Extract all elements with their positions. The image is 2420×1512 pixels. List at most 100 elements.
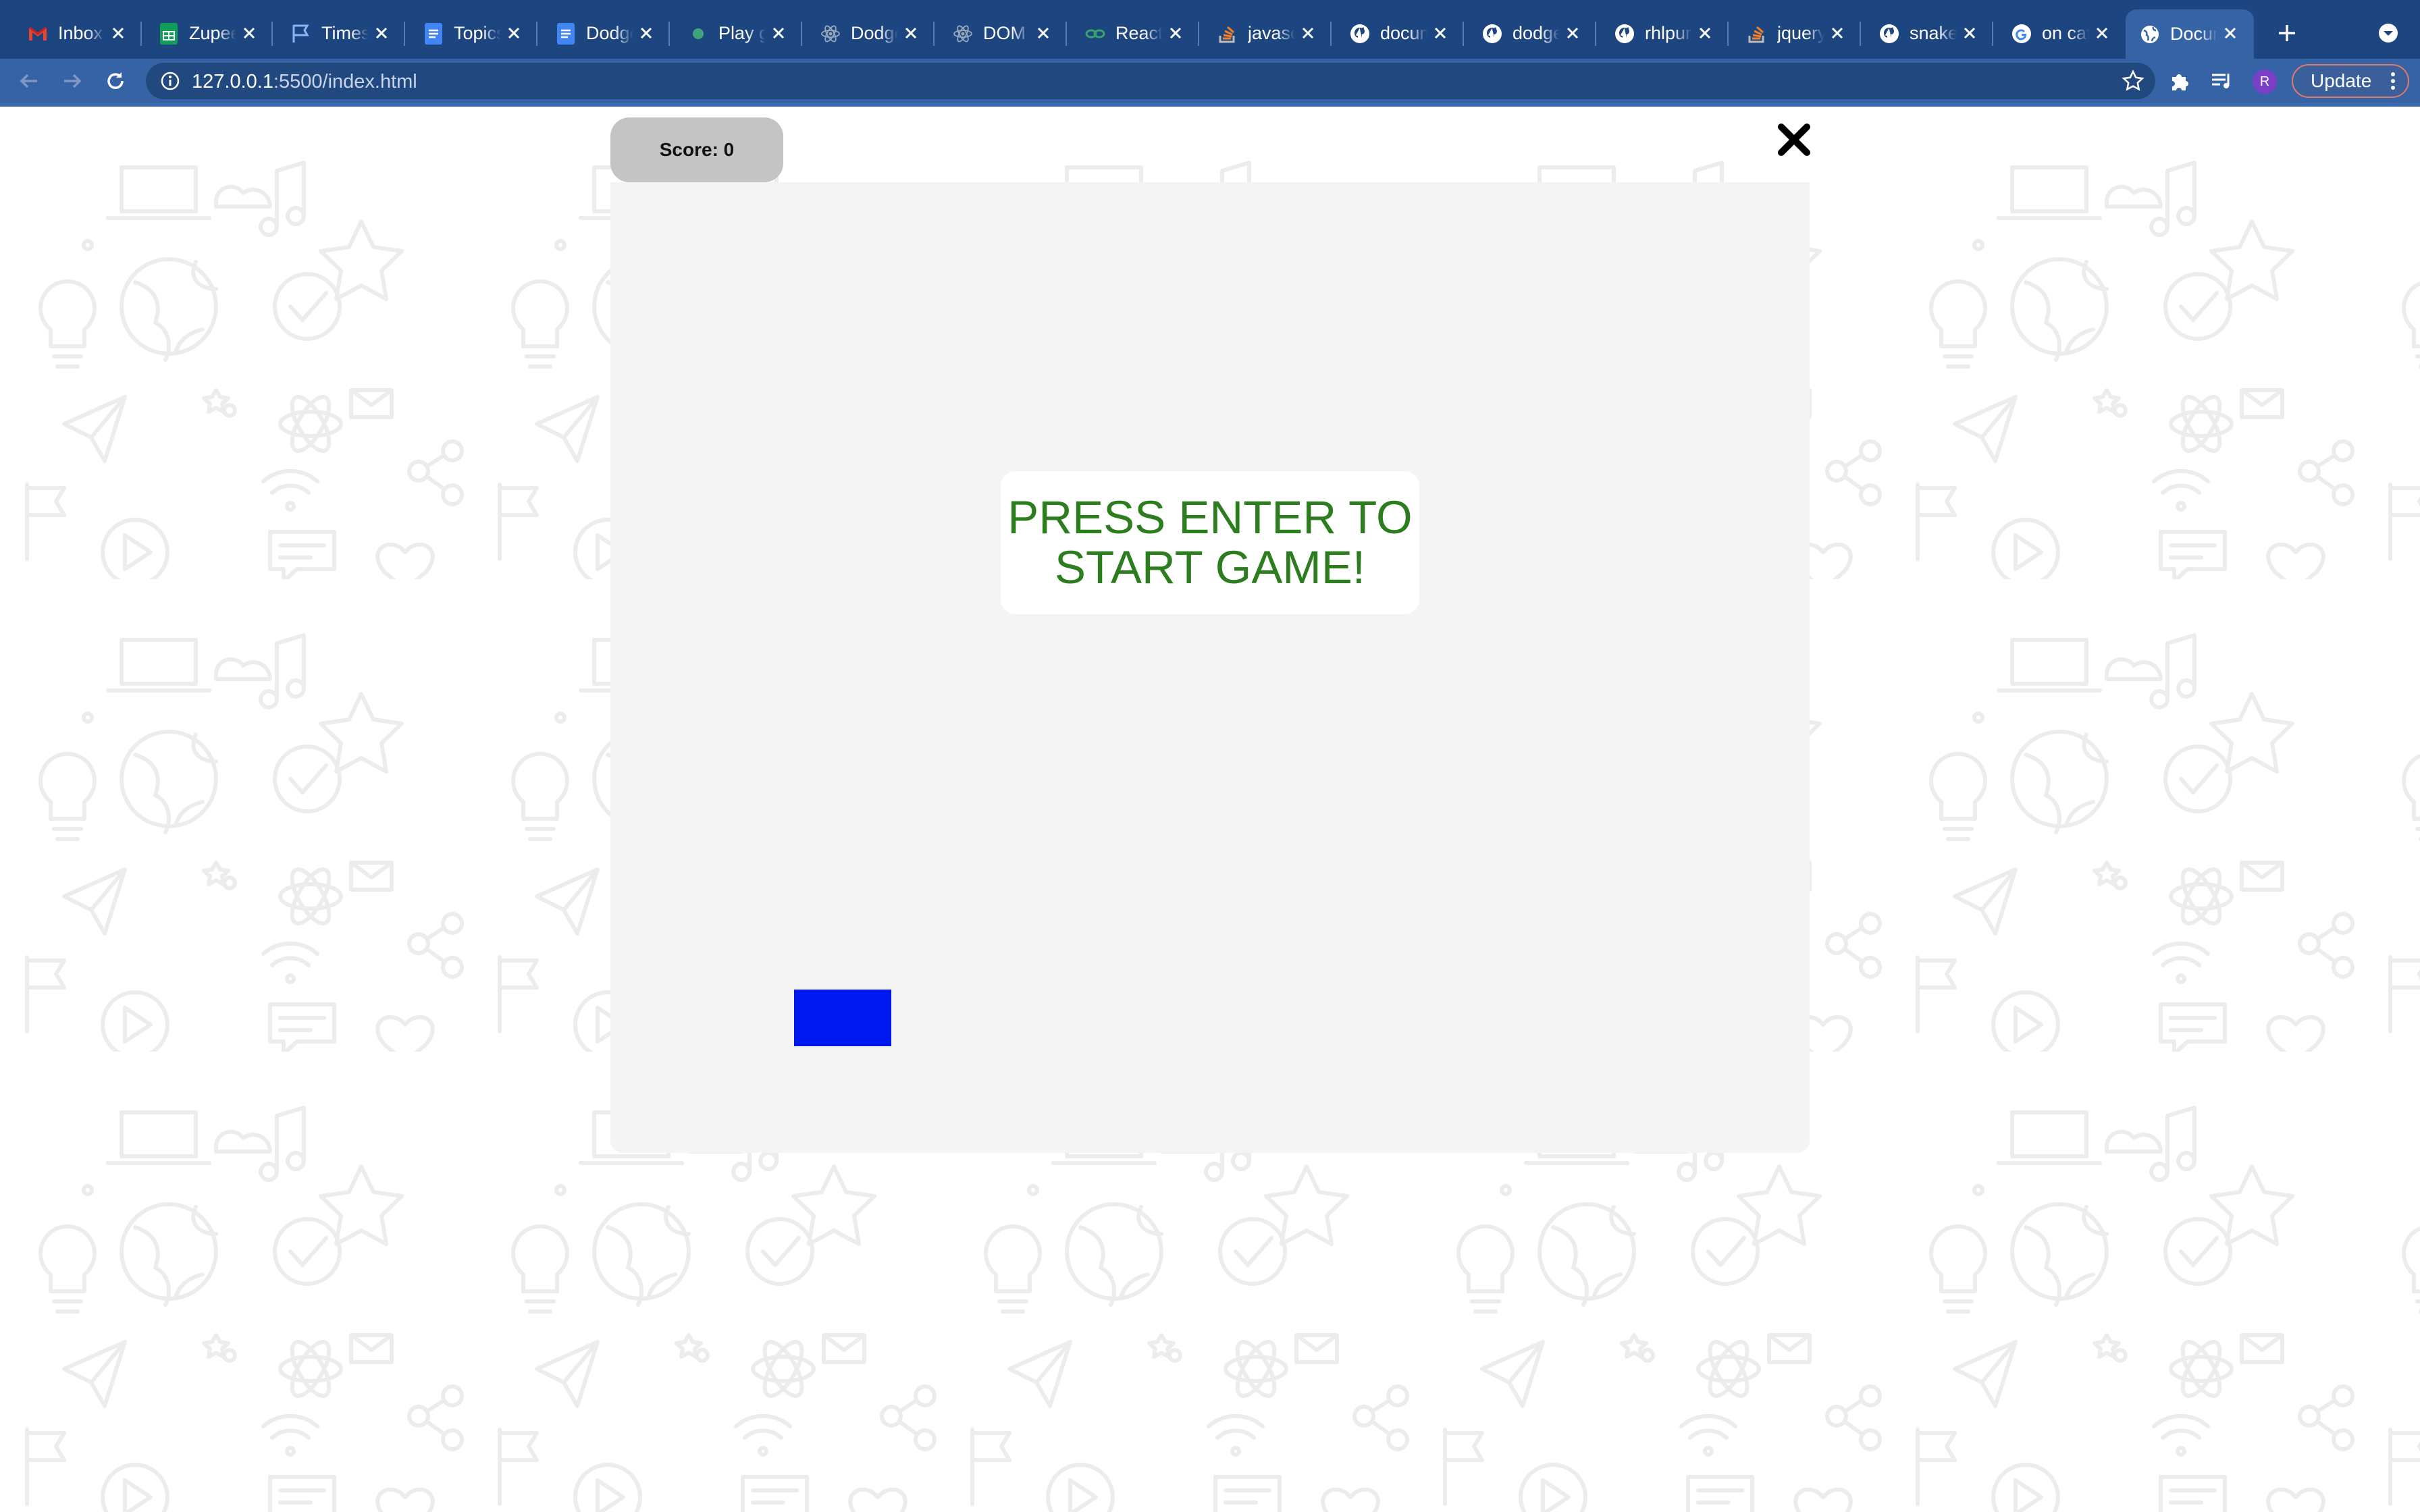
dot-icon bbox=[687, 23, 709, 45]
react-icon bbox=[820, 23, 841, 45]
tab-separator bbox=[404, 22, 405, 46]
close-tab-icon[interactable] bbox=[239, 23, 259, 43]
tab-title: snake bbox=[1910, 23, 1957, 43]
tab-document-active[interactable]: Document bbox=[2126, 9, 2254, 59]
close-tab-icon[interactable] bbox=[108, 23, 128, 43]
tab-separator bbox=[801, 22, 802, 46]
browser-tab-strip: Inbox Zupee Timesheet Topics Dodge bbox=[0, 0, 2420, 59]
docs-icon bbox=[423, 22, 444, 45]
google-icon bbox=[2011, 23, 2032, 45]
tab-title: Inbox bbox=[58, 23, 103, 43]
tab-dodge-react[interactable]: Dodge bbox=[806, 9, 935, 57]
back-button[interactable] bbox=[14, 65, 45, 97]
close-tab-icon[interactable] bbox=[768, 23, 789, 43]
close-tab-icon[interactable] bbox=[1827, 23, 1847, 43]
url-host: 127.0.0.1 bbox=[192, 71, 273, 92]
tab-separator bbox=[1330, 22, 1332, 46]
tab-separator bbox=[1992, 22, 1993, 46]
close-tab-icon[interactable] bbox=[1298, 23, 1318, 43]
game-board[interactable] bbox=[610, 182, 1810, 1153]
plus-icon bbox=[2279, 25, 2295, 41]
tab-topics[interactable]: Topics bbox=[409, 9, 537, 57]
docs-icon bbox=[555, 22, 577, 45]
profile-avatar[interactable]: R bbox=[2253, 70, 2277, 94]
tab-jquery[interactable]: jquery bbox=[1733, 9, 1861, 57]
react-icon bbox=[952, 23, 974, 45]
chevron-down-icon bbox=[2379, 24, 2398, 43]
tab-google-search[interactable]: on cat bbox=[1997, 9, 2126, 57]
globe-icon bbox=[2139, 24, 2161, 45]
start-message-line-1: PRESS ENTER TO bbox=[1007, 491, 1413, 543]
tab-title: document bbox=[1380, 23, 1427, 43]
extensions-button[interactable] bbox=[2165, 67, 2193, 95]
close-tab-icon[interactable] bbox=[1033, 23, 1053, 43]
tab-separator bbox=[1463, 22, 1464, 46]
tab-title: javascript bbox=[1248, 23, 1295, 43]
tab-rhlpur-github[interactable]: rhlpur bbox=[1600, 9, 1729, 57]
link-icon bbox=[1084, 23, 1106, 45]
close-tab-icon[interactable] bbox=[636, 23, 656, 43]
media-control-button[interactable] bbox=[2208, 67, 2236, 95]
tab-javascript[interactable]: javascript bbox=[1203, 9, 1332, 57]
github-icon bbox=[1481, 23, 1503, 45]
page-viewport: Score: 0 PRESS ENTER TO START GAME! bbox=[0, 107, 2420, 1512]
site-info-icon[interactable] bbox=[159, 70, 181, 92]
bookmark-star-icon[interactable] bbox=[2122, 70, 2145, 92]
update-label: Update bbox=[2311, 70, 2372, 91]
url-text: 127.0.0.1:5500/index.html bbox=[192, 71, 417, 93]
sheets-icon bbox=[158, 22, 180, 45]
close-tab-icon[interactable] bbox=[1165, 23, 1186, 43]
start-game-message: PRESS ENTER TO START GAME! bbox=[1001, 471, 1419, 614]
tab-separator bbox=[1860, 22, 1861, 46]
forward-button[interactable] bbox=[57, 65, 88, 97]
tab-document-github[interactable]: document bbox=[1336, 9, 1464, 57]
close-tab-icon[interactable] bbox=[2092, 23, 2112, 43]
close-tab-icon[interactable] bbox=[504, 23, 524, 43]
close-tab-icon[interactable] bbox=[1430, 23, 1450, 43]
update-button[interactable]: Update bbox=[2292, 64, 2409, 98]
tab-title: React bbox=[1115, 23, 1163, 43]
tab-zupee[interactable]: Zupee bbox=[144, 9, 273, 57]
back-arrow-icon bbox=[20, 74, 37, 88]
puzzle-icon bbox=[2172, 74, 2188, 90]
tab-search-button[interactable] bbox=[2373, 18, 2404, 49]
tab-separator bbox=[1198, 22, 1199, 46]
close-tab-icon[interactable] bbox=[901, 23, 921, 43]
tab-inbox[interactable]: Inbox bbox=[14, 9, 142, 57]
tab-separator bbox=[933, 22, 935, 46]
close-tab-icon[interactable] bbox=[1562, 23, 1583, 43]
tab-title: Play game bbox=[718, 23, 766, 43]
close-tab-icon[interactable] bbox=[1695, 23, 1715, 43]
reload-icon bbox=[107, 72, 124, 89]
tab-snake-github[interactable]: snake bbox=[1865, 9, 1993, 57]
close-tab-icon[interactable] bbox=[1959, 23, 1980, 43]
tab-react[interactable]: React bbox=[1071, 9, 1199, 57]
address-bar[interactable]: 127.0.0.1:5500/index.html bbox=[146, 63, 2155, 99]
player-block bbox=[794, 990, 891, 1046]
tab-title: dodge bbox=[1512, 23, 1560, 43]
tab-separator bbox=[271, 22, 273, 46]
tab-dodge-github[interactable]: dodge bbox=[1468, 9, 1596, 57]
tab-title: Document bbox=[2170, 24, 2217, 44]
close-tab-icon[interactable] bbox=[2220, 23, 2240, 43]
tab-title: rhlpur bbox=[1645, 23, 1692, 43]
new-tab-button[interactable] bbox=[2271, 18, 2303, 49]
github-icon bbox=[1878, 23, 1900, 45]
tab-dom[interactable]: DOM bbox=[939, 9, 1067, 57]
close-game-icon[interactable] bbox=[1776, 122, 1812, 158]
tab-title: Dodge bbox=[586, 23, 633, 43]
stackoverflow-icon bbox=[1217, 23, 1238, 45]
reload-button[interactable] bbox=[100, 65, 131, 97]
close-tab-icon[interactable] bbox=[371, 23, 392, 43]
github-icon bbox=[1614, 23, 1635, 45]
tab-dodge-doc[interactable]: Dodge bbox=[542, 9, 670, 57]
tab-timesheet[interactable]: Timesheet bbox=[277, 9, 405, 57]
tab-title: on cat bbox=[2042, 23, 2089, 43]
tab-play-game[interactable]: Play game bbox=[674, 9, 802, 57]
stackoverflow-icon bbox=[1746, 23, 1768, 45]
start-message-line-2: START GAME! bbox=[1054, 541, 1366, 593]
tab-title: DOM bbox=[983, 23, 1026, 43]
more-vert-icon bbox=[2391, 72, 2395, 90]
tab-title: jquery bbox=[1777, 23, 1824, 43]
tab-separator bbox=[1727, 22, 1729, 46]
